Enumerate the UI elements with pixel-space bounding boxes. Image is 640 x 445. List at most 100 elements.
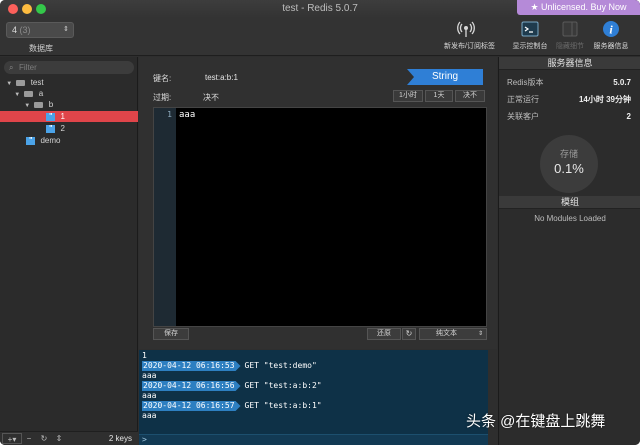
console-timestamp: 2020-04-12 06:16:57 — [142, 401, 241, 411]
info-row-uptime: 正常运行 14小时 39分钟 — [507, 94, 631, 106]
console-output-line: aaa — [142, 391, 157, 400]
ttl-1-day-button[interactable]: 1天 — [425, 90, 453, 102]
chevron-updown-icon: ⇕ — [477, 331, 483, 337]
toolbar: 4 (3) ⇕ 数据库 新发布/订阅标签 显示控制台 隐藏细节 i 服务器信息 — [0, 18, 640, 56]
console-timestamp: 2020-04-12 06:16:53 — [142, 361, 241, 371]
tree-item-a[interactable]: ▼ a — [0, 88, 138, 99]
key-sidebar: ⌕ Filter ▼ test ▼ a ▼ b " 1 " 2 " demo +… — [0, 57, 138, 445]
storage-value: 0.1% — [554, 161, 584, 176]
tree-item-key-1[interactable]: " 1 — [0, 111, 138, 122]
storage-gauge: 存储 0.1% — [540, 135, 598, 193]
remove-key-button[interactable]: − — [24, 433, 34, 444]
string-key-icon: " — [46, 124, 56, 133]
tree-item-label: test — [30, 78, 44, 87]
broadcast-icon — [457, 21, 475, 37]
console-command: GET "test:a:b:1" — [244, 401, 322, 410]
tree-item-label: demo — [40, 136, 61, 145]
new-pubsub-tab-button[interactable]: 新发布/订阅标签 — [444, 20, 495, 54]
tree-item-label: 1 — [60, 112, 65, 121]
ttl-1-hour-button[interactable]: 1小时 — [393, 90, 423, 102]
license-badge[interactable]: ★ Unlicensed. Buy Now — [517, 0, 640, 15]
show-console-label: 显示控制台 — [512, 43, 548, 50]
key-type-badge: String — [407, 69, 483, 85]
modules-header: 模组 — [499, 196, 640, 209]
key-editor: 键名: test:a:b:1 String 过期: 决不 1小时 1天 决不 1… — [139, 57, 497, 349]
folder-icon — [16, 79, 26, 86]
details-icon — [562, 21, 578, 37]
database-label: 数据库 — [29, 44, 53, 53]
console-command: GET "test:a:b:2" — [244, 381, 322, 390]
console-command-line: 2020-04-12 06:16:56 GET "test:a:b:2" — [142, 381, 322, 391]
search-icon: ⌕ — [9, 63, 14, 72]
tree-item-label: 2 — [60, 124, 65, 133]
tree-item-b[interactable]: ▼ b — [0, 99, 138, 110]
value-text[interactable]: aaa — [179, 110, 195, 120]
modules-empty-text: No Modules Loaded — [534, 214, 606, 223]
database-select-value: 4 — [12, 25, 18, 35]
hide-details-button[interactable]: 隐藏细节 — [548, 20, 592, 54]
format-select-value: 纯文本 — [436, 330, 457, 337]
info-value: 2 — [626, 112, 631, 121]
tree-item-key-2[interactable]: " 2 — [0, 123, 138, 134]
server-info-label: 服务器信息 — [593, 43, 629, 50]
folder-icon — [24, 90, 34, 97]
info-key: 正常运行 — [507, 95, 539, 104]
reset-button[interactable]: 还原 — [367, 328, 401, 340]
console-command-line: 2020-04-12 06:16:53 GET "test:demo" — [142, 361, 317, 371]
console-panel: 1 2020-04-12 06:16:53 GET "test:demo" aaa… — [139, 350, 488, 445]
title-bar: test - Redis 5.0.7 ★ Unlicensed. Buy Now — [0, 0, 640, 18]
refresh-icon[interactable]: ↻ — [38, 433, 50, 444]
key-name-value[interactable]: test:a:b:1 — [205, 73, 238, 82]
ttl-label: 过期: — [153, 93, 172, 102]
hide-details-label: 隐藏细节 — [556, 43, 584, 50]
info-row-version: Redis版本 5.0.7 — [507, 77, 631, 89]
server-info-panel: 服务器信息 Redis版本 5.0.7 正常运行 14小时 39分钟 关联客户 … — [498, 57, 640, 445]
ttl-value: 决不 — [203, 93, 219, 102]
value-editor[interactable]: 1 aaa — [153, 107, 487, 327]
key-name-label: 键名: — [153, 74, 172, 83]
show-console-button[interactable]: 显示控制台 — [508, 20, 552, 54]
new-pubsub-tab-label: 新发布/订阅标签 — [444, 43, 495, 50]
ttl-never-button[interactable]: 决不 — [455, 90, 485, 102]
line-number: 1 — [154, 108, 176, 326]
refresh-icon[interactable]: ↻ — [402, 328, 416, 340]
filter-input[interactable]: ⌕ Filter — [4, 61, 134, 74]
console-prompt: > — [142, 435, 147, 444]
tree-item-label: a — [38, 89, 44, 98]
filter-placeholder: Filter — [19, 63, 37, 72]
add-key-button[interactable]: +▾ — [2, 433, 22, 444]
tree-item-label: b — [48, 100, 54, 109]
tree-item-test[interactable]: ▼ test — [0, 77, 138, 88]
string-key-icon: " — [46, 112, 56, 121]
string-key-icon: " — [26, 136, 36, 145]
info-key: 关联客户 — [507, 112, 539, 121]
info-key: Redis版本 — [507, 78, 544, 87]
save-button[interactable]: 保存 — [153, 328, 189, 340]
storage-label: 存储 — [559, 149, 578, 159]
info-value: 5.0.7 — [613, 78, 631, 87]
app-window: test - Redis 5.0.7 ★ Unlicensed. Buy Now… — [0, 0, 640, 445]
expand-icon[interactable]: ⇕ — [52, 433, 66, 444]
console-command: GET "test:demo" — [244, 361, 317, 370]
database-select[interactable]: 4 (3) ⇕ — [6, 22, 74, 38]
chevron-updown-icon: ⇕ — [63, 26, 69, 33]
console-timestamp: 2020-04-12 06:16:56 — [142, 381, 241, 391]
console-output-line: aaa — [142, 411, 157, 420]
info-row-clients: 关联客户 2 — [507, 111, 631, 123]
folder-icon — [34, 101, 44, 108]
info-icon: i — [603, 21, 619, 37]
watermark: 头条 @在键盘上跳舞 — [466, 413, 606, 430]
tree-item-demo[interactable]: " demo — [0, 135, 138, 146]
terminal-icon — [521, 21, 539, 37]
info-value: 14小时 39分钟 — [578, 95, 631, 104]
sidebar-footer: +▾ − ↻ ⇕ 2 keys — [0, 431, 138, 445]
console-output-line: aaa — [142, 371, 157, 380]
console-output-line: 1 — [142, 351, 147, 360]
key-count: 2 keys — [108, 434, 132, 443]
server-info-button[interactable]: i 服务器信息 — [589, 20, 633, 54]
server-info-header: 服务器信息 — [499, 57, 640, 70]
database-select-count: (3) — [19, 25, 31, 35]
console-input[interactable]: > — [139, 434, 488, 445]
console-command-line: 2020-04-12 06:16:57 GET "test:a:b:1" — [142, 401, 322, 411]
format-select[interactable]: 纯文本 ⇕ — [419, 328, 487, 340]
